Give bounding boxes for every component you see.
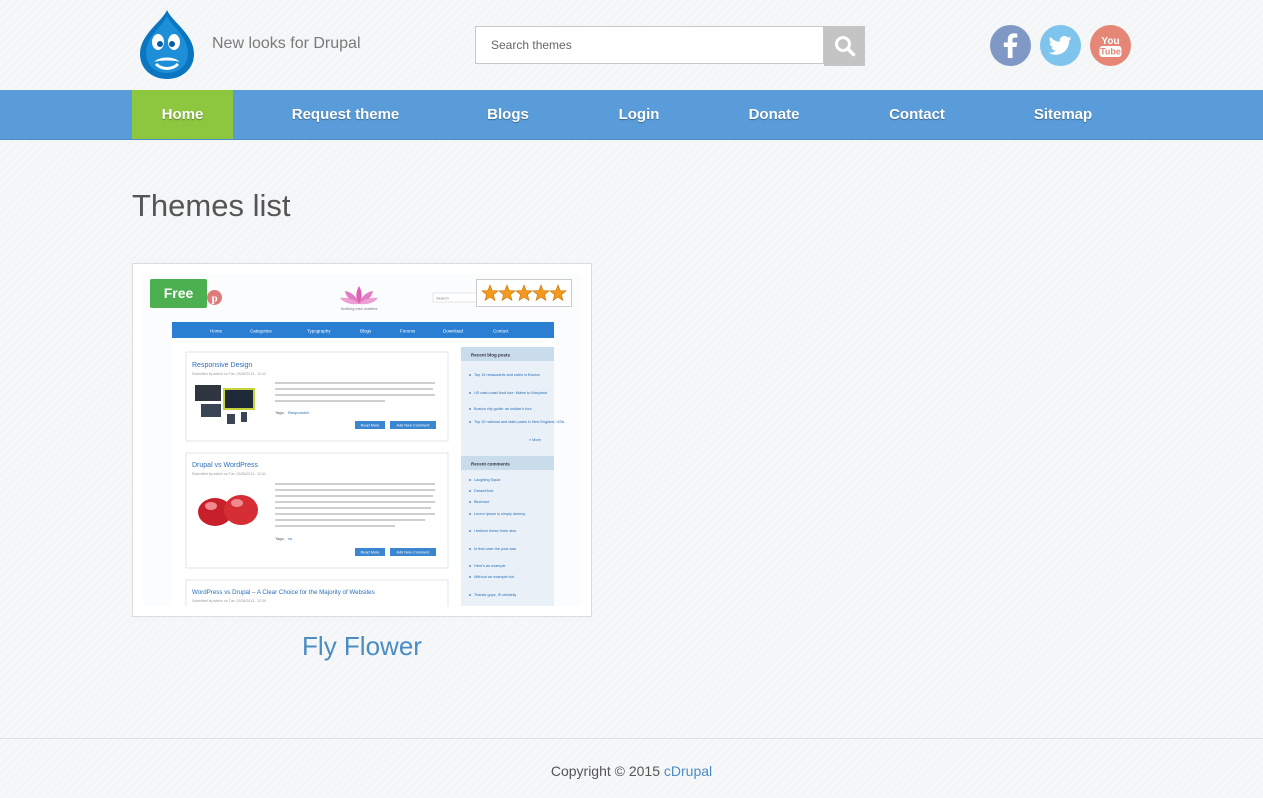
search-button[interactable] bbox=[824, 26, 865, 66]
copyright-label: Copyright © 2015 bbox=[550, 763, 660, 779]
preview-search: Search bbox=[436, 296, 449, 301]
twitter-link[interactable] bbox=[1040, 25, 1081, 66]
site-slogan: New looks for Drupal bbox=[212, 35, 361, 52]
preview-menu-item: Home bbox=[210, 329, 223, 334]
nav-item-sitemap[interactable]: Sitemap bbox=[1019, 90, 1107, 139]
preview-menu-item: Forums bbox=[400, 329, 416, 334]
svg-text:In that case the post was: In that case the post was bbox=[474, 547, 516, 551]
svg-text:Add New Comment: Add New Comment bbox=[397, 424, 431, 428]
preview-menu-item: Contact bbox=[493, 329, 509, 334]
facebook-icon bbox=[1003, 33, 1018, 58]
svg-text:Top 15 restaurants and cafes i: Top 15 restaurants and cafes in Boston bbox=[474, 373, 540, 377]
svg-text:Tags:: Tags: bbox=[275, 536, 285, 541]
preview-menu-item: Download bbox=[443, 329, 464, 334]
theme-name-link[interactable]: Fly Flower bbox=[132, 631, 592, 662]
svg-text:Recent blog posts: Recent blog posts bbox=[471, 353, 511, 358]
svg-text:I believe these three also: I believe these three also bbox=[474, 529, 516, 533]
theme-preview-image[interactable]: Nothing else matters Search Home Categor… bbox=[143, 274, 581, 606]
svg-text:Submitted by admin on Tue, 03/: Submitted by admin on Tue, 03/26/2013 - … bbox=[192, 472, 266, 476]
search-input[interactable] bbox=[475, 26, 824, 64]
svg-text:You: You bbox=[1101, 36, 1119, 47]
nav-item-home[interactable]: Home bbox=[132, 90, 233, 139]
free-badge: Free bbox=[150, 279, 207, 308]
svg-text:Read More: Read More bbox=[361, 424, 380, 428]
svg-text:Lorem Ipsum is simply dummy: Lorem Ipsum is simply dummy bbox=[474, 512, 525, 516]
pinterest-icon[interactable]: p bbox=[207, 290, 222, 305]
search-form bbox=[475, 26, 865, 66]
main-navigation: Home Request theme Blogs Login Donate Co… bbox=[0, 90, 1263, 140]
page-title: Themes list bbox=[132, 188, 291, 223]
svg-text:vs: vs bbox=[288, 536, 292, 541]
drupal-logo-icon[interactable] bbox=[136, 8, 198, 80]
svg-text:Recent comments: Recent comments bbox=[471, 462, 510, 467]
rating-star-icon bbox=[532, 284, 550, 302]
svg-text:Tags:: Tags: bbox=[275, 410, 285, 415]
preview-post-title: Responsive Design bbox=[192, 362, 252, 369]
svg-text:Submitted by admin on Tue, 03/: Submitted by admin on Tue, 03/26/2013 - … bbox=[192, 599, 266, 603]
preview-post-title: WordPress vs Drupal – A Clear Choice for… bbox=[192, 589, 375, 596]
rating-star-icon bbox=[515, 284, 533, 302]
nav-item-contact[interactable]: Contact bbox=[876, 90, 958, 139]
rating-star-icon bbox=[498, 284, 516, 302]
svg-text:Add New Comment: Add New Comment bbox=[397, 551, 431, 555]
svg-text:Laughing Squid: Laughing Squid bbox=[474, 478, 500, 482]
svg-text:Thanks guys, I'll certainly: Thanks guys, I'll certainly bbox=[474, 593, 516, 597]
svg-text:Submitted by admin on Tue, 03/: Submitted by admin on Tue, 03/26/2013 - … bbox=[192, 372, 266, 376]
star-rating bbox=[476, 279, 572, 307]
site-footer: Copyright © 2015 cDrupal bbox=[0, 738, 1263, 798]
svg-text:DreamHost: DreamHost bbox=[474, 489, 494, 493]
footer-site-link[interactable]: cDrupal bbox=[664, 763, 712, 779]
facebook-link[interactable] bbox=[990, 25, 1031, 66]
copyright-text: Copyright © 2015 cDrupal bbox=[0, 763, 1263, 779]
youtube-icon: You Tube bbox=[1099, 36, 1122, 57]
youtube-link[interactable]: You Tube bbox=[1090, 25, 1131, 66]
rating-star-icon bbox=[549, 284, 567, 302]
svg-text:Boston city guide: an insider': Boston city guide: an insider's tour bbox=[474, 407, 532, 411]
svg-text:Responsive: Responsive bbox=[288, 410, 310, 415]
preview-menu-item: Blogs bbox=[360, 329, 372, 334]
svg-text:Top 10 national and state park: Top 10 national and state parks in New E… bbox=[474, 420, 565, 424]
search-icon bbox=[834, 36, 855, 57]
theme-card[interactable]: Nothing else matters Search Home Categor… bbox=[132, 263, 592, 617]
svg-text:» More: » More bbox=[529, 438, 541, 442]
svg-text:Here's an example: Here's an example bbox=[474, 564, 506, 568]
svg-text:Bluehost: Bluehost bbox=[474, 500, 490, 504]
svg-text:p: p bbox=[211, 293, 217, 305]
nav-item-blogs[interactable]: Blogs bbox=[470, 90, 546, 139]
svg-text:Read More: Read More bbox=[361, 551, 380, 555]
preview-post-title: Drupal vs WordPress bbox=[192, 462, 259, 469]
svg-text:Tube: Tube bbox=[1100, 47, 1121, 57]
nav-item-donate[interactable]: Donate bbox=[733, 90, 815, 139]
site-header: New looks for Drupal You Tube bbox=[0, 0, 1263, 90]
twitter-icon bbox=[1048, 36, 1072, 55]
nav-item-request-theme[interactable]: Request theme bbox=[280, 90, 411, 139]
preview-slogan: Nothing else matters bbox=[341, 306, 378, 311]
rating-star-icon bbox=[481, 284, 499, 302]
preview-menu-item: Categories bbox=[250, 329, 273, 334]
svg-text:US east coast food tour: Maine: US east coast food tour: Maine to Maryla… bbox=[474, 391, 547, 395]
svg-text:Without an example but: Without an example but bbox=[474, 575, 515, 579]
preview-menu-item: Typography bbox=[307, 329, 331, 334]
nav-item-login[interactable]: Login bbox=[605, 90, 673, 139]
